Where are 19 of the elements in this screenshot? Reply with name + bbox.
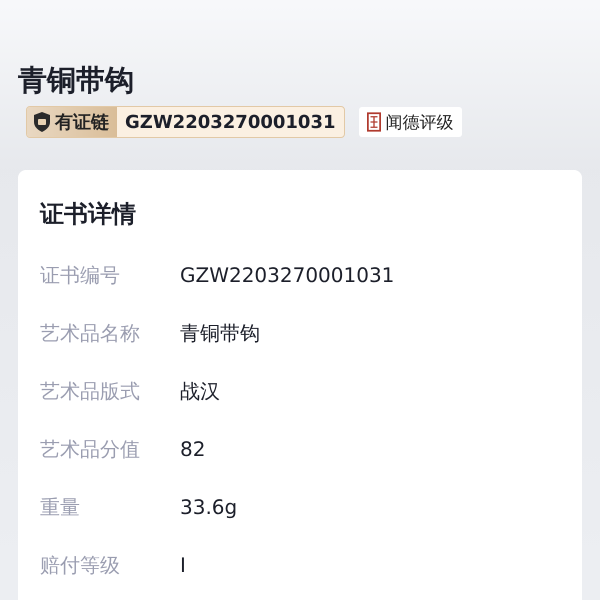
field-label: 艺术品分值 [40, 436, 141, 462]
grading-label: 闻德评级 [386, 112, 454, 134]
field-value: 33.6g [180, 495, 238, 519]
field-value: 青铜带钩 [180, 320, 260, 346]
certificate-code: GZW2203270001031 [124, 110, 336, 134]
field-value: 战汉 [180, 378, 220, 404]
shield-icon [32, 111, 52, 133]
chain-label: 有证链 [55, 111, 109, 134]
field-value: 82 [180, 437, 206, 461]
field-label: 艺术品名称 [40, 320, 141, 346]
field-value: I [180, 553, 186, 577]
field-value: GZW2203270001031 [180, 263, 394, 287]
field-label: 赔付等级 [40, 552, 121, 578]
item-title: 青铜带钩 [18, 62, 135, 99]
card-heading: 证书详情 [40, 199, 137, 230]
field-label: 艺术品版式 [40, 378, 141, 404]
seal-icon [366, 112, 380, 132]
field-label: 重量 [40, 494, 81, 520]
field-label: 证书编号 [40, 262, 121, 288]
